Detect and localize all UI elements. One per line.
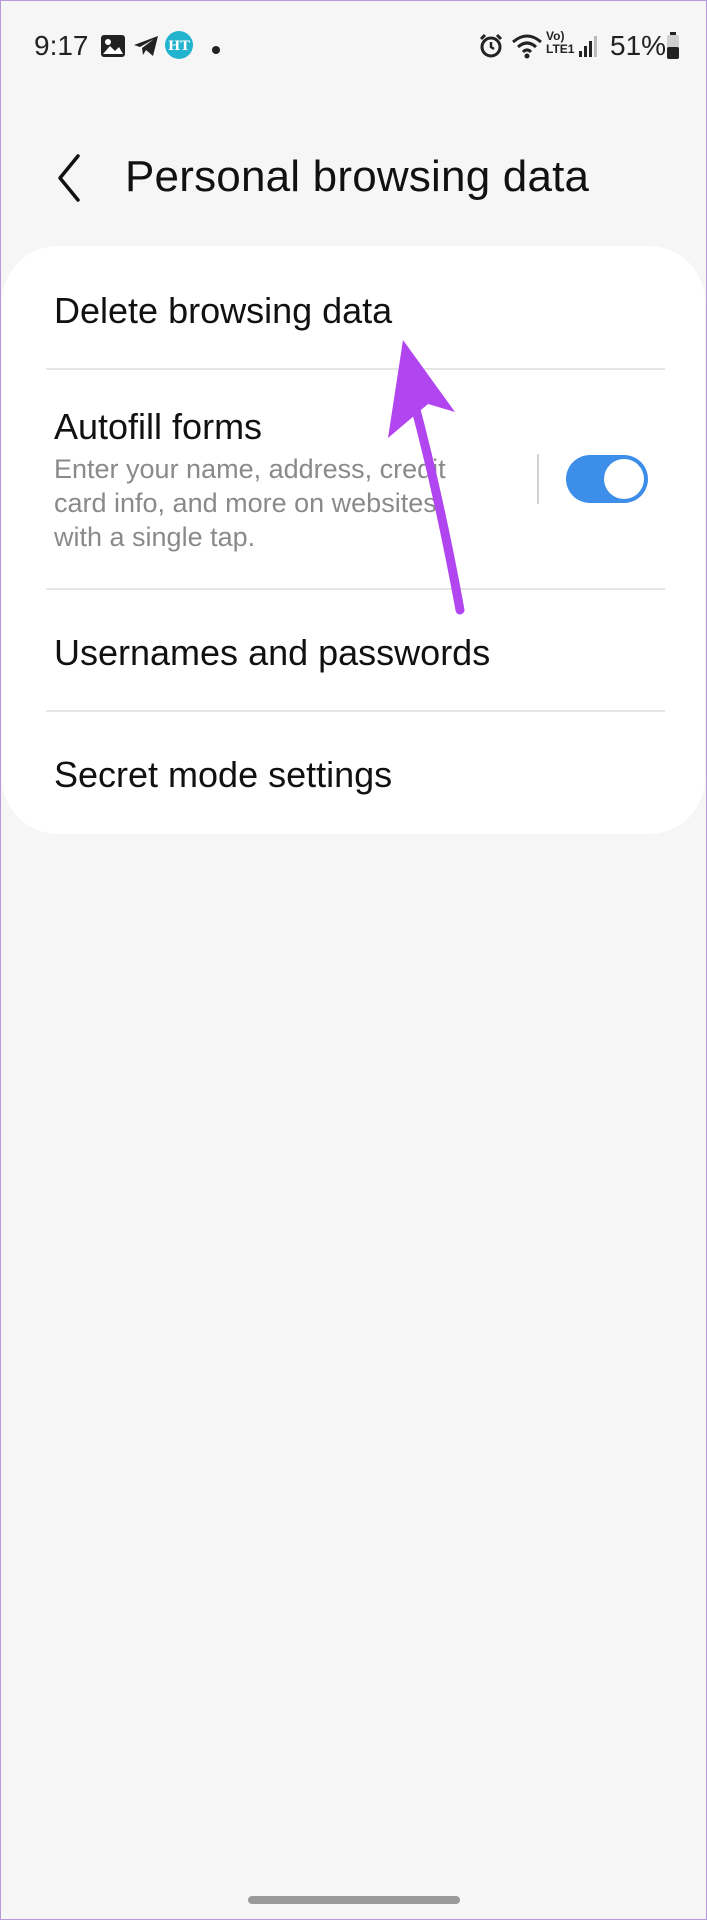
home-indicator[interactable] — [248, 1896, 460, 1904]
network-type: Vo) LTE1 — [546, 29, 575, 56]
vertical-separator — [537, 454, 539, 504]
delete-browsing-data-label: Delete browsing data — [54, 290, 393, 331]
toggle-knob — [604, 459, 644, 499]
page-title: Personal browsing data — [125, 152, 590, 201]
notification-dot — [211, 42, 221, 60]
chevron-left-icon — [58, 154, 80, 202]
status-time: 9:17 — [34, 30, 89, 61]
usernames-and-passwords-item[interactable]: Usernames and passwords — [2, 590, 705, 712]
battery-icon — [666, 32, 680, 65]
battery-percent: 51% — [610, 30, 667, 61]
autofill-forms-label: Autofill forms — [54, 406, 263, 447]
wifi-icon — [511, 33, 543, 64]
telegram-icon — [132, 34, 160, 63]
signal-icon — [578, 34, 598, 63]
settings-card: Delete browsing data Autofill forms Ente… — [2, 246, 705, 834]
usernames-and-passwords-label: Usernames and passwords — [54, 632, 491, 673]
autofill-forms-toggle[interactable] — [566, 455, 648, 503]
svg-text:HT: HT — [168, 39, 190, 54]
delete-browsing-data-item[interactable]: Delete browsing data — [2, 246, 705, 370]
alarm-icon — [478, 33, 504, 64]
secret-mode-settings-label: Secret mode settings — [54, 754, 393, 795]
status-bar: 9:17 HT Vo) LTE1 51% — [0, 0, 707, 92]
gallery-icon — [100, 34, 126, 63]
ht-app-icon: HT — [164, 30, 194, 65]
annotation-arrow-icon — [380, 340, 480, 625]
secret-mode-settings-item[interactable]: Secret mode settings — [2, 712, 705, 834]
back-button[interactable] — [50, 148, 100, 208]
